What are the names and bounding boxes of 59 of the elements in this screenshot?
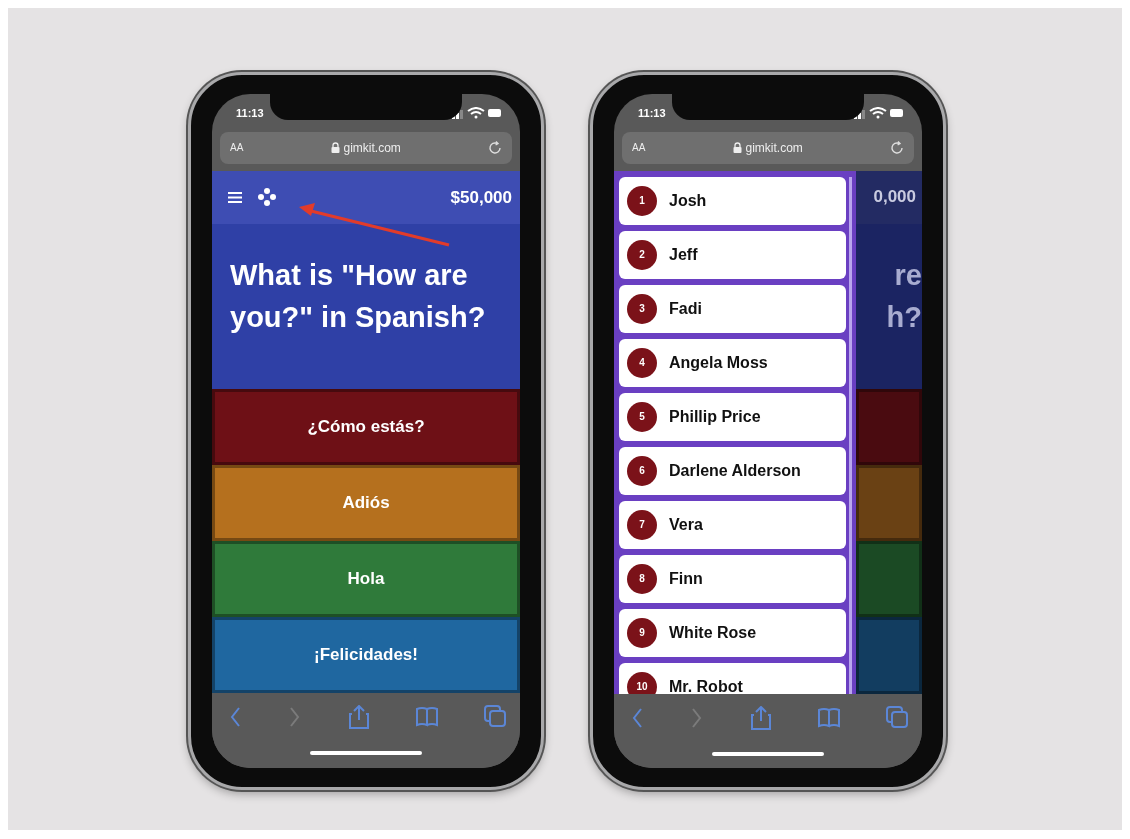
url-text: gimkit.com [343, 139, 401, 157]
rank-number: 7 [627, 509, 657, 540]
dimmed-question-text: re h? [856, 223, 922, 389]
player-card[interactable]: 8 Finn [619, 554, 846, 603]
player-card[interactable]: 5 Phillip Price [619, 392, 846, 441]
question-text: What is "How are you?" in Spanish? [212, 223, 520, 389]
tabs-icon[interactable] [886, 705, 908, 728]
rank-number: 4 [627, 347, 657, 378]
player-card[interactable]: 7 Vera [619, 500, 846, 549]
rank-number: 6 [627, 455, 657, 486]
rank-number: 9 [627, 617, 657, 648]
rank-number: 1 [627, 185, 657, 216]
lock-icon [330, 142, 340, 154]
dimmed-balance-text: 0,000 [856, 170, 922, 224]
player-card[interactable]: 4 Angela Moss [619, 338, 846, 387]
status-time: 11:13 [236, 105, 264, 121]
answer-button[interactable]: Adiós [212, 464, 520, 541]
status-icons [854, 106, 904, 119]
player-card[interactable]: 3 Fadi [619, 284, 846, 333]
reload-icon[interactable] [890, 140, 904, 155]
menu-icon[interactable] [228, 191, 242, 203]
text-size-button[interactable]: AA [632, 140, 646, 156]
url-text: gimkit.com [745, 139, 803, 157]
address-bar[interactable]: AA gimkit.com [220, 131, 512, 164]
status-icons [452, 106, 502, 119]
player-name: Phillip Price [669, 406, 761, 427]
answer-button[interactable]: ¿Cómo estás? [212, 388, 520, 465]
player-name: Darlene Alderson [669, 460, 801, 481]
share-icon[interactable] [750, 705, 772, 730]
rank-number: 5 [627, 401, 657, 432]
text-size-button[interactable]: AA [230, 140, 244, 156]
player-name: Mr. Robot [669, 676, 743, 694]
status-time: 11:13 [638, 105, 666, 121]
reload-icon[interactable] [488, 140, 502, 155]
rank-number: 8 [627, 563, 657, 594]
rank-number: 10 [627, 671, 657, 694]
four-dots-icon[interactable] [258, 188, 276, 207]
player-name: White Rose [669, 622, 757, 643]
rank-number: 2 [627, 239, 657, 270]
player-name: Josh [669, 190, 707, 211]
player-name: Angela Moss [669, 352, 768, 373]
player-name: Vera [669, 514, 703, 535]
tabs-icon[interactable] [484, 705, 506, 728]
address-bar[interactable]: AA gimkit.com [622, 131, 914, 164]
player-card[interactable]: 9 White Rose [619, 608, 846, 657]
balance-text: $50,000 [450, 186, 512, 209]
book-icon[interactable] [818, 705, 840, 730]
player-card[interactable]: 1 Josh [619, 176, 846, 225]
answer-button[interactable]: Hola [212, 540, 520, 617]
answer-button[interactable]: ¡Felicidades! [212, 617, 520, 694]
rank-number: 3 [627, 293, 657, 324]
player-card[interactable]: 2 Jeff [619, 230, 846, 279]
player-card[interactable]: 6 Darlene Alderson [619, 446, 846, 495]
player-name: Fadi [669, 298, 702, 319]
lock-icon [732, 142, 742, 154]
player-name: Jeff [669, 244, 698, 265]
share-icon[interactable] [348, 705, 370, 730]
player-card[interactable]: 10 Mr. Robot [619, 662, 846, 694]
player-name: Finn [669, 568, 703, 589]
